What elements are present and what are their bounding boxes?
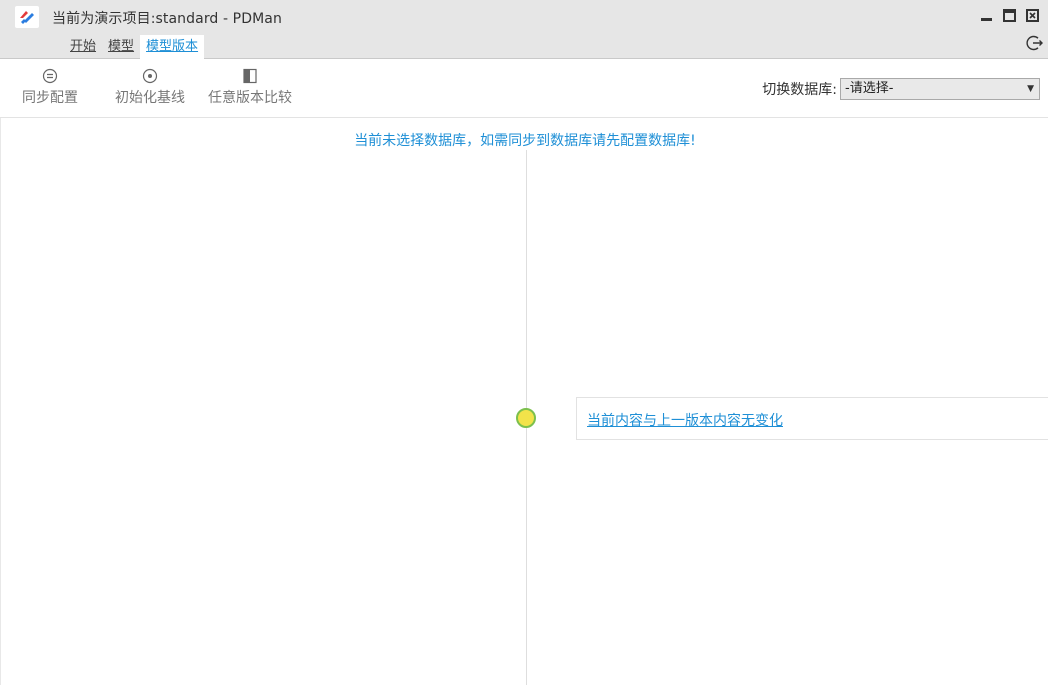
maximize-icon — [1003, 9, 1016, 22]
minimize-button[interactable] — [979, 8, 994, 23]
database-notice: 当前未选择数据库，如需同步到数据库请先配置数据库! — [354, 133, 696, 149]
close-button[interactable] — [1025, 8, 1040, 23]
title-bar: 当前为演示项目:standard - PDMan 开始 模型 模型版本 — [0, 0, 1048, 59]
tab-model-version[interactable]: 模型版本 — [140, 35, 205, 59]
init-baseline-button[interactable]: 初始化基线 — [115, 68, 185, 107]
sync-config-label: 同步配置 — [22, 90, 78, 106]
chevron-down-icon: ▼ — [1027, 84, 1034, 94]
database-select-value: -请选择- — [845, 81, 894, 96]
tab-model[interactable]: 模型 — [102, 35, 140, 59]
menu-tabs: 开始 模型 模型版本 — [64, 35, 205, 59]
close-icon — [1026, 9, 1039, 22]
version-entry-link[interactable]: 当前内容与上一版本内容无变化 — [587, 410, 783, 430]
init-baseline-icon — [142, 68, 158, 84]
compare-version-icon — [243, 68, 257, 84]
window-controls — [979, 8, 1040, 23]
logout-button[interactable] — [1026, 34, 1044, 52]
init-baseline-label: 初始化基线 — [115, 90, 185, 106]
sync-config-button[interactable]: 同步配置 — [22, 68, 78, 107]
pdman-logo-icon — [15, 6, 39, 28]
window-title: 当前为演示项目:standard - PDMan — [52, 11, 282, 27]
database-switch-label: 切换数据库: — [762, 82, 837, 98]
sync-config-icon — [42, 68, 58, 84]
version-entry-card: 当前内容与上一版本内容无变化 — [576, 397, 1048, 440]
maximize-button[interactable] — [1002, 8, 1017, 23]
toolbar: 同步配置 初始化基线 任意版本比较 切换数据库: -请选择- ▼ — [0, 59, 1048, 118]
timeline-node[interactable] — [516, 408, 536, 428]
database-select[interactable]: -请选择- ▼ — [840, 78, 1040, 100]
compare-version-button[interactable]: 任意版本比较 — [208, 68, 292, 107]
tab-start[interactable]: 开始 — [64, 35, 102, 59]
minimize-icon — [981, 18, 992, 21]
logout-icon — [1026, 35, 1043, 51]
version-timeline-panel: 当前未选择数据库，如需同步到数据库请先配置数据库! 当前内容与上一版本内容无变化 — [0, 118, 1048, 685]
compare-version-label: 任意版本比较 — [208, 90, 292, 106]
database-switch: 切换数据库: -请选择- ▼ — [762, 78, 1040, 100]
